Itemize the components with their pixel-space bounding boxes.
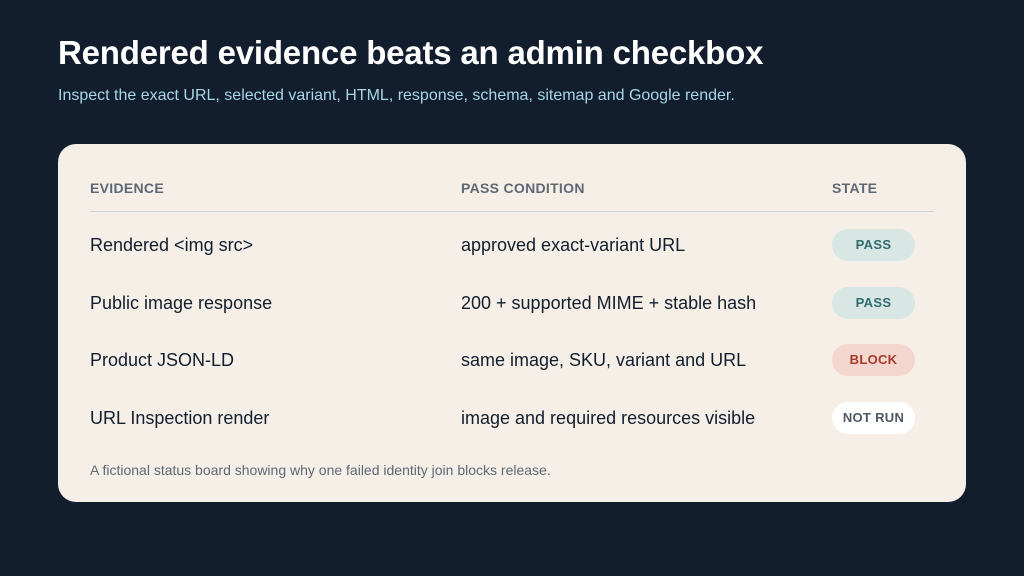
status-badge-pass: PASS [832,229,915,261]
evidence-cell: Public image response [90,293,273,313]
status-badge-block: BLOCK [832,344,915,376]
header-divider [90,211,934,212]
status-board-card: EVIDENCE PASS CONDITION STATE Rendered <… [58,144,966,502]
table-row: Product JSON-LD same image, SKU, variant… [90,344,934,376]
page-title: Rendered evidence beats an admin checkbo… [58,34,764,71]
table-header: EVIDENCE PASS CONDITION STATE [90,180,934,196]
evidence-cell: Product JSON-LD [90,350,235,370]
status-badge-not-run: NOT RUN [832,402,915,434]
table-row: URL Inspection render image and required… [90,402,934,434]
page-subtitle: Inspect the exact URL, selected variant,… [58,87,735,104]
pass-condition-cell: approved exact-variant URL [461,235,686,255]
pass-condition-cell: same image, SKU, variant and URL [461,350,747,370]
evidence-cell: Rendered <img src> [90,235,254,255]
column-header-pass-condition: PASS CONDITION [461,180,585,196]
evidence-cell: URL Inspection render [90,408,270,428]
footnote: A fictional status board showing why one… [90,462,551,478]
column-header-evidence: EVIDENCE [90,180,164,196]
status-badge-pass: PASS [832,287,915,319]
table-row: Rendered <img src> approved exact-varian… [90,229,934,261]
pass-condition-cell: image and required resources visible [461,408,756,428]
table-row: Public image response 200 + supported MI… [90,287,934,319]
pass-condition-cell: 200 + supported MIME + stable hash [461,293,757,313]
column-header-state: STATE [832,180,878,196]
